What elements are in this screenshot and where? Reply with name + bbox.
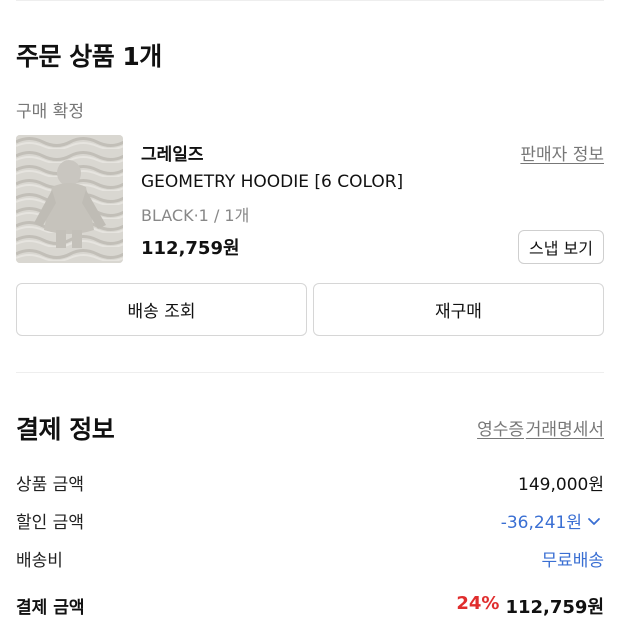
product-amount-label: 상품 금액 [16, 475, 84, 495]
discount-amount-label: 할인 금액 [16, 513, 84, 533]
product-name[interactable]: GEOMETRY HOODIE [6 COLOR] [141, 172, 403, 192]
product-price: 112,759원 [141, 238, 240, 259]
discount-amount-toggle[interactable]: -36,241원 [501, 508, 602, 533]
product-amount-value: 149,000원 [518, 475, 604, 495]
chevron-down-icon [588, 517, 600, 525]
top-divider [16, 0, 604, 1]
shipping-fee-value: 무료배송 [541, 551, 604, 571]
discount-amount-value: -36,241원 [500, 513, 582, 533]
section-divider [16, 372, 604, 373]
snap-view-button[interactable]: 스냅 보기 [518, 230, 604, 264]
seller-info-link[interactable]: 판매자 정보 [520, 140, 604, 165]
order-status-label: 구매 확정 [16, 102, 84, 122]
payment-section-title: 결제 정보 [16, 415, 115, 444]
order-section-title: 주문 상품 1개 [16, 42, 162, 71]
product-option: BLACK·1 / 1개 [141, 206, 250, 225]
transaction-statement-link[interactable]: 거래명세서 [526, 415, 604, 440]
rebuy-button[interactable]: 재구매 [313, 283, 604, 336]
product-thumbnail[interactable] [16, 135, 123, 263]
total-payment-label: 결제 금액 [16, 598, 85, 618]
shipping-tracking-button[interactable]: 배송 조회 [16, 283, 307, 336]
shipping-fee-label: 배송비 [16, 551, 63, 571]
discount-rate: 24% [456, 593, 500, 614]
brand-name[interactable]: 그레일즈 [141, 140, 204, 165]
total-payment: 24% 112,759원 [456, 593, 604, 619]
total-payment-value: 112,759원 [505, 597, 604, 618]
receipt-link[interactable]: 영수증 [477, 415, 524, 440]
